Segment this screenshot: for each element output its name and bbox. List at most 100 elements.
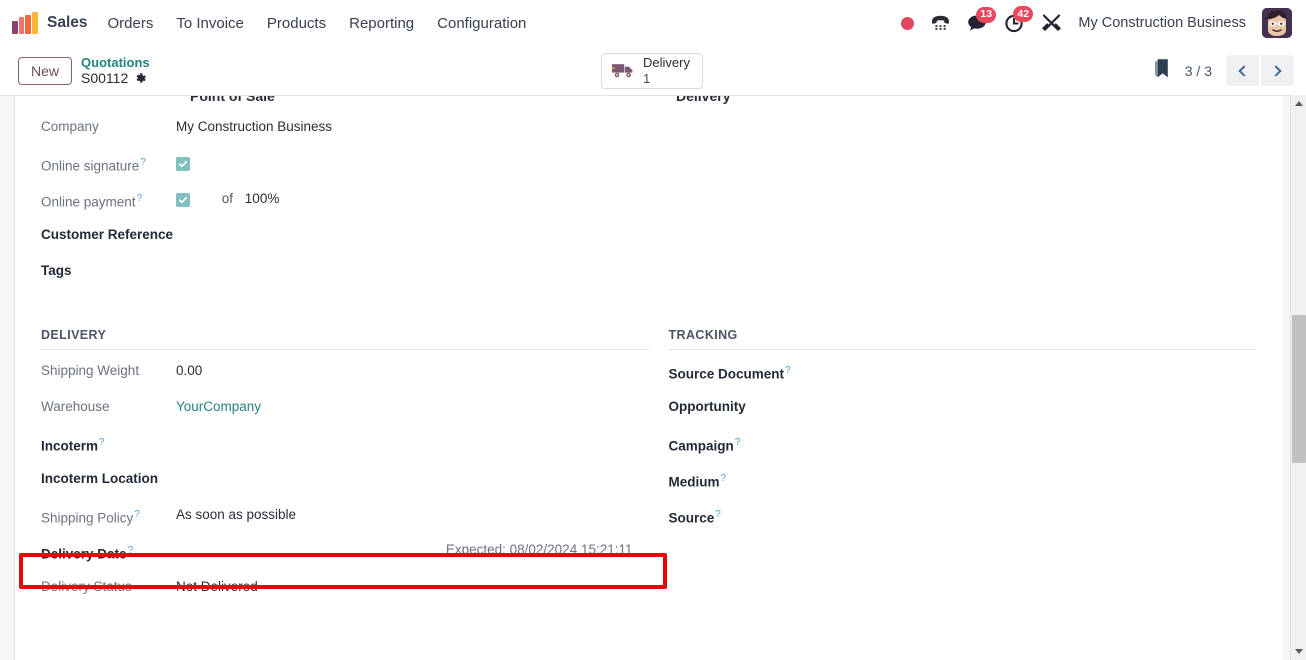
field-label-shipping-policy: Shipping Policy?	[41, 509, 140, 526]
delivery-smart-label: Delivery	[643, 55, 690, 71]
help-marker-icon[interactable]: ?	[721, 473, 727, 484]
nav-item-orders[interactable]: Orders	[108, 15, 154, 32]
form-group-sections: DELIVERY Shipping Weight 0.00 Warehouse …	[15, 328, 1282, 606]
field-source-document: Source Document?	[669, 354, 1257, 390]
pager-buttons	[1226, 55, 1294, 86]
form-column-right-top	[649, 110, 1257, 290]
field-delivery-status: Delivery Status Not Delivered	[41, 570, 649, 606]
field-label-source-document: Source Document?	[668, 365, 791, 382]
delivery-section: DELIVERY Shipping Weight 0.00 Warehouse …	[41, 328, 649, 606]
delivery-date-expected-text: Expected: 08/02/2024 15:21:11	[445, 542, 633, 557]
field-warehouse: Warehouse YourCompany	[41, 390, 649, 426]
red-record-dot-icon[interactable]	[901, 16, 915, 30]
delivery-truck-icon	[611, 62, 635, 79]
activities-badge: 42	[1013, 6, 1034, 22]
form-sheet-area: Point of Sale Delivery Company My Constr…	[0, 95, 1306, 660]
field-label-medium: Medium?	[668, 473, 727, 490]
online-payment-of-label: of	[221, 191, 234, 206]
field-shipping-policy: Shipping Policy? As soon as possible	[41, 498, 649, 534]
breadcrumb: Quotations S00112	[81, 55, 150, 87]
record-name: S00112	[81, 69, 129, 86]
help-marker-icon[interactable]: ?	[134, 509, 140, 520]
online-signature-checkbox[interactable]	[176, 157, 190, 171]
field-label-delivery-date: Delivery Date?	[41, 545, 134, 562]
breadcrumb-quotations[interactable]: Quotations	[81, 55, 150, 70]
scrollbar-up-arrow[interactable]	[1291, 95, 1306, 112]
help-marker-icon[interactable]: ?	[715, 509, 721, 520]
left-gutter	[0, 96, 14, 660]
pager-previous-button[interactable]	[1226, 55, 1259, 86]
delivery-section-title: DELIVERY	[41, 328, 107, 342]
help-marker-icon[interactable]: ?	[785, 365, 791, 376]
field-value-delivery-status: Not Delivered	[176, 579, 258, 594]
tracking-section-title: TRACKING	[668, 328, 738, 342]
gear-icon[interactable]	[134, 72, 147, 85]
field-label-warehouse: Warehouse	[41, 399, 110, 414]
field-online-signature: Online signature?	[41, 146, 649, 182]
field-tags: Tags	[41, 254, 649, 290]
nav-item-products[interactable]: Products	[267, 15, 326, 32]
help-marker-icon[interactable]: ?	[140, 157, 146, 168]
odoo-bars-logo[interactable]	[12, 12, 38, 34]
nav-item-configuration[interactable]: Configuration	[437, 15, 526, 32]
form-group-top: Company My Construction Business Online …	[15, 110, 1282, 290]
dialpad-phone-icon[interactable]	[930, 14, 951, 32]
field-label-incoterm-location: Incoterm Location	[41, 471, 159, 486]
field-medium: Medium?	[669, 462, 1257, 498]
delivery-smart-button[interactable]: Delivery 1	[601, 52, 703, 89]
scrollbar-down-arrow[interactable]	[1291, 643, 1306, 660]
field-label-company: Company	[41, 119, 99, 134]
scrollbar-thumb[interactable]	[1292, 315, 1306, 463]
clock-activity-icon[interactable]: 42	[1004, 6, 1034, 33]
pager-value[interactable]: 3 / 3	[1185, 63, 1212, 79]
clipped-label-left: Point of Sale	[190, 96, 275, 104]
top-navbar: Sales Orders To Invoice Products Reporti…	[0, 0, 1306, 46]
field-company: Company My Construction Business	[41, 110, 649, 146]
help-marker-icon[interactable]: ?	[137, 193, 143, 204]
field-customer-reference: Customer Reference	[41, 218, 649, 254]
tools-wrench-icon[interactable]	[1041, 13, 1062, 33]
field-label-campaign: Campaign?	[668, 437, 741, 454]
form-sheet: Point of Sale Delivery Company My Constr…	[14, 96, 1282, 660]
field-label-tags: Tags	[41, 263, 72, 278]
help-marker-icon[interactable]: ?	[735, 437, 741, 448]
clipped-label-right: Delivery	[676, 96, 731, 104]
field-value-shipping-policy[interactable]: As soon as possible	[176, 506, 649, 524]
delivery-smart-count: 1	[643, 70, 651, 86]
pager-area: 3 / 3	[1152, 55, 1294, 86]
pager-next-button[interactable]	[1261, 55, 1294, 86]
field-source: Source?	[669, 498, 1257, 534]
new-button[interactable]: New	[18, 56, 73, 85]
field-shipping-weight: Shipping Weight 0.00	[41, 354, 649, 390]
user-avatar[interactable]	[1262, 8, 1292, 38]
smart-buttons: Delivery 1	[601, 46, 703, 95]
field-value-warehouse[interactable]: YourCompany	[176, 398, 649, 416]
online-payment-percent[interactable]: 100%	[245, 191, 280, 206]
bookmark-icon[interactable]	[1152, 58, 1171, 84]
chevron-left-icon	[1238, 64, 1250, 77]
nav-item-to-invoice[interactable]: To Invoice	[176, 15, 244, 32]
field-online-payment: Online payment? of 100%	[41, 182, 649, 218]
nav-app-name[interactable]: Sales	[47, 14, 88, 32]
field-incoterm: Incoterm?	[41, 426, 649, 462]
tracking-section: TRACKING Source Document? Opportunity Ca…	[649, 328, 1257, 606]
vertical-scrollbar[interactable]	[1290, 95, 1306, 660]
help-marker-icon[interactable]: ?	[128, 545, 134, 556]
field-label-opportunity: Opportunity	[668, 399, 746, 414]
field-label-delivery-status: Delivery Status	[41, 579, 132, 594]
clipped-top-row: Point of Sale Delivery	[15, 96, 1282, 110]
help-marker-icon[interactable]: ?	[99, 437, 105, 448]
field-value-online-payment: of 100%	[176, 190, 649, 208]
messages-badge: 13	[976, 6, 997, 23]
breadcrumb-current-record: S00112	[81, 70, 150, 87]
chat-bubble-icon[interactable]: 13	[967, 6, 997, 33]
field-value-shipping-weight: 0.00	[176, 363, 203, 378]
online-payment-checkbox[interactable]	[176, 193, 190, 207]
company-name[interactable]: My Construction Business	[1078, 15, 1246, 31]
field-label-online-signature: Online signature?	[41, 157, 146, 174]
field-value-company[interactable]: My Construction Business	[176, 118, 649, 136]
field-label-incoterm: Incoterm?	[41, 437, 105, 454]
nav-item-reporting[interactable]: Reporting	[349, 15, 414, 32]
field-incoterm-location: Incoterm Location	[41, 462, 649, 498]
